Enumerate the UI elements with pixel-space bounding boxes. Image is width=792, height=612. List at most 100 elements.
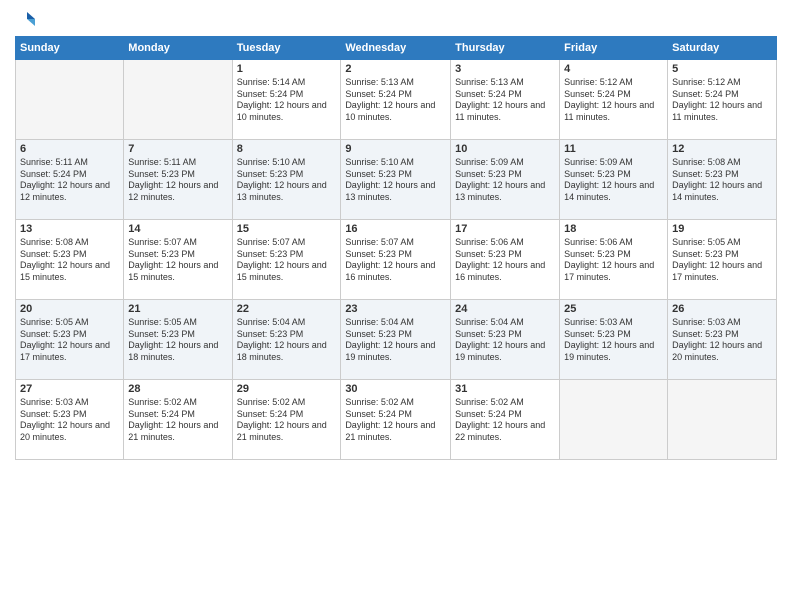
day-header-thursday: Thursday [451, 37, 560, 60]
day-header-monday: Monday [124, 37, 232, 60]
calendar-cell: 21 Sunrise: 5:05 AMSunset: 5:23 PMDayligh… [124, 300, 232, 380]
day-info: Sunrise: 5:10 AMSunset: 5:23 PMDaylight:… [345, 157, 446, 204]
calendar-week-3: 13Sunrise: 5:08 AMSunset: 5:23 PMDayligh… [16, 220, 777, 300]
calendar-cell: 16 Sunrise: 5:07 AMSunset: 5:23 PMDayligh… [341, 220, 451, 300]
calendar-cell: 13Sunrise: 5:08 AMSunset: 5:23 PMDayligh… [16, 220, 124, 300]
day-info: Sunrise: 5:11 AMSunset: 5:24 PMDaylight:… [20, 157, 119, 204]
day-number: 7 [128, 143, 227, 155]
calendar-cell: 20Sunrise: 5:05 AMSunset: 5:23 PMDayligh… [16, 300, 124, 380]
calendar-cell: 28Sunrise: 5:02 AMSunset: 5:24 PMDayligh… [124, 380, 232, 460]
day-header-tuesday: Tuesday [232, 37, 341, 60]
day-info: Sunrise: 5:13 AMSunset: 5:24 PMDaylight:… [345, 77, 446, 124]
calendar-cell: 5 Sunrise: 5:12 AMSunset: 5:24 PMDaylight… [668, 60, 777, 140]
day-number: 10 [455, 143, 555, 155]
calendar-cell: 31 Sunrise: 5:02 AMSunset: 5:24 PMDayligh… [451, 380, 560, 460]
calendar-cell: 1 Sunrise: 5:14 AMSunset: 5:24 PMDaylight… [232, 60, 341, 140]
day-number: 8 [237, 143, 337, 155]
calendar-cell: 3Sunrise: 5:13 AMSunset: 5:24 PMDaylight… [451, 60, 560, 140]
day-number: 28 [128, 383, 227, 395]
calendar-cell: 4 Sunrise: 5:12 AMSunset: 5:24 PMDaylight… [560, 60, 668, 140]
day-number: 21 [128, 303, 227, 315]
day-header-sunday: Sunday [16, 37, 124, 60]
day-number: 15 [237, 223, 337, 235]
calendar-cell: 6 Sunrise: 5:11 AMSunset: 5:24 PMDaylight… [16, 140, 124, 220]
calendar-table: SundayMondayTuesdayWednesdayThursdayFrid… [15, 36, 777, 460]
day-info: Sunrise: 5:12 AMSunset: 5:24 PMDaylight:… [564, 77, 663, 124]
day-number: 11 [564, 143, 663, 155]
day-number: 16 [345, 223, 446, 235]
day-info: Sunrise: 5:11 AMSunset: 5:23 PMDaylight:… [128, 157, 227, 204]
calendar-cell [668, 380, 777, 460]
day-number: 18 [564, 223, 663, 235]
calendar-week-1: 1 Sunrise: 5:14 AMSunset: 5:24 PMDaylight… [16, 60, 777, 140]
day-number: 25 [564, 303, 663, 315]
day-info: Sunrise: 5:07 AMSunset: 5:23 PMDaylight:… [237, 237, 337, 284]
day-info: Sunrise: 5:03 AMSunset: 5:23 PMDaylight:… [564, 317, 663, 364]
day-info: Sunrise: 5:05 AMSunset: 5:23 PMDaylight:… [128, 317, 227, 364]
calendar-cell: 8 Sunrise: 5:10 AMSunset: 5:23 PMDaylight… [232, 140, 341, 220]
calendar-cell: 7 Sunrise: 5:11 AMSunset: 5:23 PMDaylight… [124, 140, 232, 220]
day-number: 19 [672, 223, 772, 235]
logo [15, 10, 35, 28]
calendar-cell: 11 Sunrise: 5:09 AMSunset: 5:23 PMDayligh… [560, 140, 668, 220]
day-info: Sunrise: 5:12 AMSunset: 5:24 PMDaylight:… [672, 77, 772, 124]
calendar-cell [560, 380, 668, 460]
day-number: 29 [237, 383, 337, 395]
day-number: 1 [237, 63, 337, 75]
day-number: 22 [237, 303, 337, 315]
day-number: 4 [564, 63, 663, 75]
calendar-cell: 9 Sunrise: 5:10 AMSunset: 5:23 PMDaylight… [341, 140, 451, 220]
day-number: 6 [20, 143, 119, 155]
calendar-cell: 23 Sunrise: 5:04 AMSunset: 5:23 PMDayligh… [341, 300, 451, 380]
day-info: Sunrise: 5:02 AMSunset: 5:24 PMDaylight:… [455, 397, 555, 444]
calendar-cell: 26 Sunrise: 5:03 AMSunset: 5:23 PMDayligh… [668, 300, 777, 380]
day-info: Sunrise: 5:05 AMSunset: 5:23 PMDaylight:… [20, 317, 119, 364]
day-info: Sunrise: 5:06 AMSunset: 5:23 PMDaylight:… [455, 237, 555, 284]
calendar-cell: 2 Sunrise: 5:13 AMSunset: 5:24 PMDaylight… [341, 60, 451, 140]
day-number: 24 [455, 303, 555, 315]
day-number: 3 [455, 63, 555, 75]
day-info: Sunrise: 5:03 AMSunset: 5:23 PMDaylight:… [672, 317, 772, 364]
day-info: Sunrise: 5:04 AMSunset: 5:23 PMDaylight:… [345, 317, 446, 364]
day-number: 12 [672, 143, 772, 155]
day-info: Sunrise: 5:03 AMSunset: 5:23 PMDaylight:… [20, 397, 119, 444]
header [15, 10, 777, 28]
calendar-week-4: 20Sunrise: 5:05 AMSunset: 5:23 PMDayligh… [16, 300, 777, 380]
day-info: Sunrise: 5:07 AMSunset: 5:23 PMDaylight:… [345, 237, 446, 284]
day-header-friday: Friday [560, 37, 668, 60]
day-number: 23 [345, 303, 446, 315]
day-info: Sunrise: 5:04 AMSunset: 5:23 PMDaylight:… [455, 317, 555, 364]
day-number: 27 [20, 383, 119, 395]
calendar-cell: 29Sunrise: 5:02 AMSunset: 5:24 PMDayligh… [232, 380, 341, 460]
day-info: Sunrise: 5:06 AMSunset: 5:23 PMDaylight:… [564, 237, 663, 284]
day-number: 9 [345, 143, 446, 155]
day-info: Sunrise: 5:09 AMSunset: 5:23 PMDaylight:… [455, 157, 555, 204]
calendar-cell: 14 Sunrise: 5:07 AMSunset: 5:23 PMDayligh… [124, 220, 232, 300]
day-info: Sunrise: 5:07 AMSunset: 5:23 PMDaylight:… [128, 237, 227, 284]
day-number: 14 [128, 223, 227, 235]
day-info: Sunrise: 5:05 AMSunset: 5:23 PMDaylight:… [672, 237, 772, 284]
calendar-cell: 18 Sunrise: 5:06 AMSunset: 5:23 PMDayligh… [560, 220, 668, 300]
logo-icon [17, 10, 35, 28]
day-info: Sunrise: 5:08 AMSunset: 5:23 PMDaylight:… [20, 237, 119, 284]
day-number: 26 [672, 303, 772, 315]
day-number: 31 [455, 383, 555, 395]
day-header-saturday: Saturday [668, 37, 777, 60]
day-number: 30 [345, 383, 446, 395]
calendar-cell: 27 Sunrise: 5:03 AMSunset: 5:23 PMDayligh… [16, 380, 124, 460]
day-info: Sunrise: 5:10 AMSunset: 5:23 PMDaylight:… [237, 157, 337, 204]
calendar-header-row: SundayMondayTuesdayWednesdayThursdayFrid… [16, 37, 777, 60]
day-number: 5 [672, 63, 772, 75]
day-info: Sunrise: 5:09 AMSunset: 5:23 PMDaylight:… [564, 157, 663, 204]
day-info: Sunrise: 5:14 AMSunset: 5:24 PMDaylight:… [237, 77, 337, 124]
day-header-wednesday: Wednesday [341, 37, 451, 60]
calendar-cell: 12 Sunrise: 5:08 AMSunset: 5:23 PMDayligh… [668, 140, 777, 220]
day-info: Sunrise: 5:08 AMSunset: 5:23 PMDaylight:… [672, 157, 772, 204]
calendar-cell: 17Sunrise: 5:06 AMSunset: 5:23 PMDayligh… [451, 220, 560, 300]
day-number: 2 [345, 63, 446, 75]
calendar-cell: 19 Sunrise: 5:05 AMSunset: 5:23 PMDayligh… [668, 220, 777, 300]
calendar-cell: 10 Sunrise: 5:09 AMSunset: 5:23 PMDayligh… [451, 140, 560, 220]
calendar-cell [124, 60, 232, 140]
calendar-week-5: 27 Sunrise: 5:03 AMSunset: 5:23 PMDayligh… [16, 380, 777, 460]
calendar-cell: 15 Sunrise: 5:07 AMSunset: 5:23 PMDayligh… [232, 220, 341, 300]
